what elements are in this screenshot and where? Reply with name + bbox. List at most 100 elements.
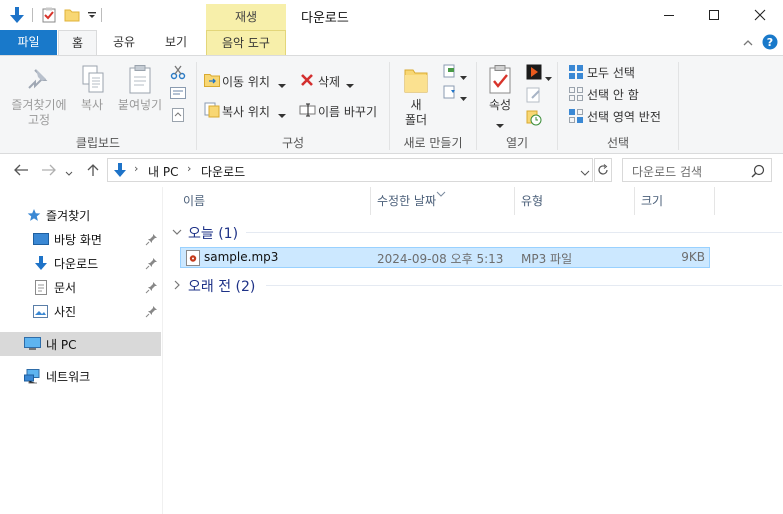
forward-arrow-icon[interactable] [41,163,57,177]
nav-item-pictures[interactable]: 사진 [0,299,161,323]
edit-icon[interactable] [526,87,542,103]
new-item-icon[interactable] [442,64,458,78]
easy-access-icon[interactable] [442,85,458,99]
select-group-label: 선택 [606,136,630,150]
divider [101,8,102,22]
collapse-ribbon-icon[interactable] [741,36,755,50]
refresh-icon [598,164,608,175]
chevron-down-icon[interactable] [278,108,286,118]
chevron-down-icon[interactable] [172,226,182,236]
history-icon[interactable] [526,110,542,126]
back-arrow-icon[interactable] [13,163,29,177]
nav-item-label: 네트워크 [46,369,91,384]
downloads-icon [113,162,127,178]
copy-path-icon[interactable] [170,87,186,99]
window-title: 다운로드 [301,11,349,26]
delete-button[interactable]: 삭제 [318,73,340,90]
new-folder-icon [403,64,429,96]
properties-button[interactable]: 속성 [482,98,518,113]
divider [634,187,635,215]
nav-item-label: 내 PC [46,337,77,352]
nav-item-label: 사진 [54,304,77,319]
delete-icon [300,73,314,87]
new-folder-icon[interactable] [63,6,81,24]
column-header-size[interactable]: 크기 [641,187,663,215]
group-header-long-ago[interactable]: 오래 전 (2) [188,276,255,296]
breadcrumb-separator[interactable]: › [134,162,138,175]
copy-button[interactable]: 복사 [74,98,110,113]
file-modified: 2024-09-08 오후 5:13 [377,252,504,266]
chevron-down-icon[interactable] [496,118,504,128]
minimize-button[interactable] [646,0,692,30]
chevron-right-icon[interactable] [172,279,182,290]
customize-toolbar-icon[interactable] [83,6,101,24]
divider [514,187,515,215]
paste-shortcut-icon[interactable] [172,108,184,122]
nav-item-network[interactable]: 네트워크 [0,364,161,388]
close-button[interactable] [737,0,783,30]
new-folder-button[interactable]: 새 폴더 [396,98,436,128]
pin-icon [145,282,157,294]
breadcrumb-pc[interactable]: 내 PC [148,163,178,180]
tab-music-tools[interactable]: 음악 도구 [206,30,286,55]
clipboard-group-label: 클립보드 [75,136,121,150]
star-icon [27,209,41,221]
chevron-down-icon[interactable] [545,70,552,81]
pictures-icon [33,304,48,318]
nav-item-desktop[interactable]: 바탕 화면 [0,227,161,251]
chevron-down-icon[interactable] [346,78,354,88]
pin-to-quick-access-button[interactable]: 즐겨찾기에 고정 [2,98,76,128]
select-none-button[interactable]: 선택 안 함 [587,86,639,103]
maximize-button[interactable] [691,0,737,30]
copy-to-icon [204,102,220,118]
up-arrow-icon[interactable] [86,163,100,177]
copy-icon [79,64,107,96]
rename-button[interactable]: 이름 바꾸기 [318,103,377,120]
chevron-down-icon[interactable] [460,69,467,80]
search-input[interactable]: 다운로드 검색 [622,158,772,182]
tab-home[interactable]: 홈 [58,30,97,55]
nav-item-this-pc[interactable]: 내 PC [0,332,161,356]
divider [714,187,715,215]
paste-button[interactable]: 붙여넣기 [114,98,166,113]
nav-item-documents[interactable]: 문서 [0,275,161,299]
open-icon[interactable] [526,64,542,80]
breadcrumb-separator[interactable]: › [187,162,191,175]
move-to-button[interactable]: 이동 위치 [222,73,270,90]
down-arrow-icon[interactable] [8,6,26,24]
search-icon[interactable] [751,164,765,178]
properties-checkbox-icon[interactable] [40,6,58,24]
tab-view[interactable]: 보기 [154,30,198,55]
svg-text:?: ? [767,36,773,49]
chevron-down-icon[interactable] [460,90,467,101]
invert-selection-button[interactable]: 선택 영역 반전 [587,108,661,125]
column-header-name[interactable]: 이름 [183,187,205,215]
sort-indicator-icon [436,186,446,197]
recent-locations-icon[interactable] [65,166,73,176]
nav-item-quick-access[interactable]: 즐겨찾기 [0,203,161,227]
file-name: sample.mp3 [204,250,279,264]
invert-selection-icon [568,108,584,124]
table-row[interactable]: sample.mp3 2024-09-08 오후 5:13 MP3 파일 9KB [180,247,710,268]
select-all-button[interactable]: 모두 선택 [587,64,635,81]
refresh-button[interactable] [594,158,612,182]
copy-to-button[interactable]: 복사 위치 [222,103,270,120]
tab-file[interactable]: 파일 [0,30,57,55]
search-placeholder: 다운로드 검색 [632,165,703,179]
address-history-icon[interactable] [580,167,590,176]
properties-icon [487,64,513,96]
nav-item-label: 바탕 화면 [54,232,102,247]
nav-item-downloads[interactable]: 다운로드 [0,251,161,275]
address-bar[interactable]: › 내 PC › 다운로드 [107,158,593,182]
column-header-type[interactable]: 유형 [521,187,543,215]
tab-share[interactable]: 공유 [104,30,144,55]
group-header-today[interactable]: 오늘 (1) [188,223,238,243]
group-divider [266,285,782,286]
breadcrumb-downloads[interactable]: 다운로드 [201,163,245,180]
cut-icon[interactable] [170,64,186,80]
select-none-icon [568,86,584,102]
chevron-down-icon[interactable] [278,78,286,88]
rename-icon [299,103,317,117]
column-header-modified[interactable]: 수정한 날짜 [377,187,436,215]
help-icon[interactable]: ? [762,34,778,50]
